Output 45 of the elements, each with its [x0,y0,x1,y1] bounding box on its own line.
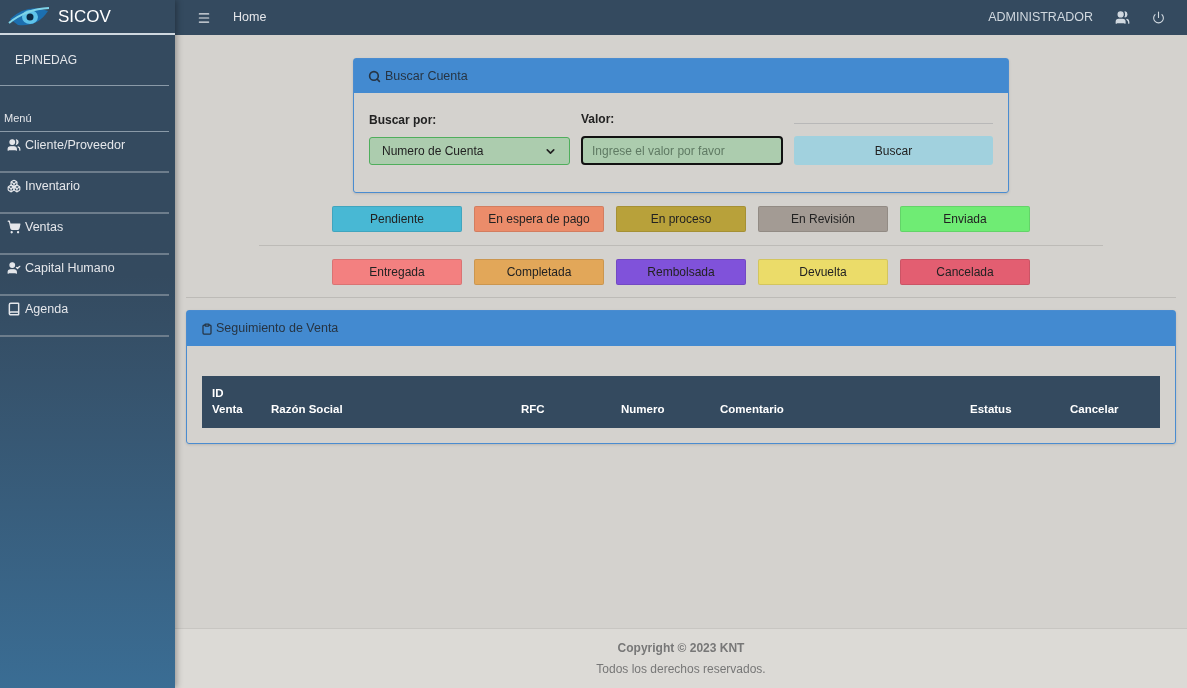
user-role: ADMINISTRADOR [988,9,1093,27]
sidebar-item[interactable]: Agenda [0,296,169,337]
book-icon [7,302,21,316]
user-check-icon [7,261,21,275]
menu-icon[interactable] [197,10,211,25]
home-link[interactable]: Home [233,8,267,27]
column-header: Numero [621,402,666,417]
column-header: Razón Social [271,402,344,417]
card-title: Buscar Cuenta [385,67,468,85]
field-label: Buscar por: [369,112,438,129]
copyright-text: Copyright © 2023 KNT [617,640,745,657]
sidebar-item[interactable]: Inventario [0,173,169,214]
status-button[interactable]: En proceso [616,206,746,232]
brand-name: SICOV [58,5,111,28]
users-icon[interactable] [1115,10,1130,25]
column-header: Estatus [970,402,1013,417]
power-icon[interactable] [1152,11,1165,24]
column-header: RFC [521,402,546,417]
sidebar-item[interactable]: Capital Humano [0,255,169,296]
status-button[interactable]: Entregada [332,259,462,285]
column-header: ID Venta [212,386,244,417]
user-name: EPINEDAG [15,52,77,69]
boxes-icon [7,179,21,193]
status-button[interactable]: En Revisión [758,206,888,232]
sidebar-item[interactable]: Cliente/Proveedor [0,132,169,173]
status-button[interactable]: Pendiente [332,206,462,232]
card-title: Seguimiento de Venta [216,320,339,338]
rights-text: Todos los derechos reservados. [596,661,766,678]
sidebar-item[interactable]: Ventas [0,214,169,255]
field-label: Valor: [581,111,616,128]
column-header: Comentario [720,402,785,417]
status-button[interactable]: Cancelada [900,259,1030,285]
menu-heading: Menú [3,112,32,124]
cart-icon [7,220,21,234]
clipboard-icon [201,322,213,335]
column-header: Cancelar [1070,402,1120,417]
value-input[interactable]: Ingrese el valor por favor [581,136,783,165]
search-icon [368,69,381,83]
status-button[interactable]: En espera de pago [474,206,604,232]
search-button[interactable]: Buscar [794,136,993,165]
status-button[interactable]: Devuelta [758,259,888,285]
status-button[interactable]: Completada [474,259,604,285]
search-by-select[interactable]: Numero de Cuenta [369,137,570,165]
users-icon [7,138,21,152]
status-button[interactable]: Enviada [900,206,1030,232]
